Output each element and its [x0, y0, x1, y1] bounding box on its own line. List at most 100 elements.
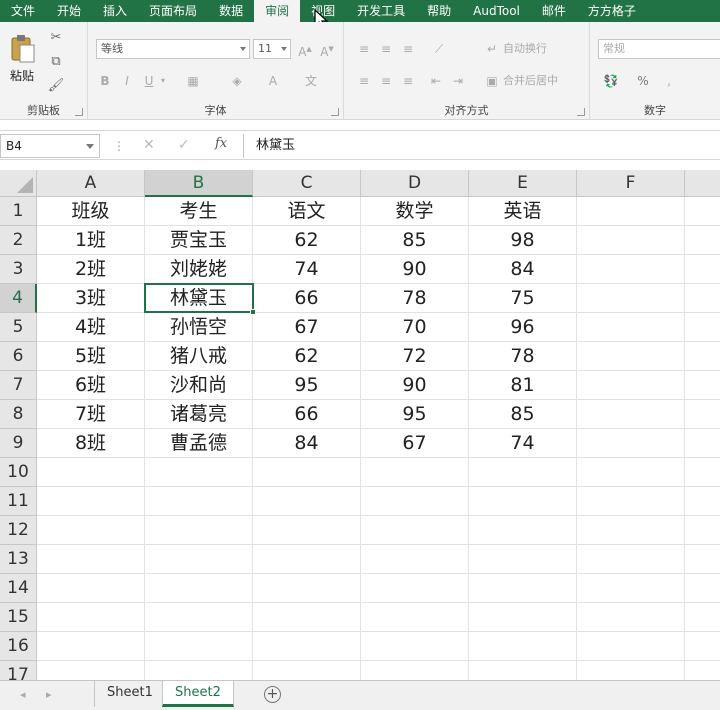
cell[interactable]: 90: [361, 255, 469, 284]
clipboard-launcher-icon[interactable]: [75, 108, 83, 116]
worksheet-grid[interactable]: A B C D E F 1 班级 考生 语文 数学 英语 2 1班 贾宝玉 62 85 98 3 2班 刘姥姥 74 90 8…: [0, 170, 720, 680]
bold-button[interactable]: B: [98, 72, 112, 90]
row-header[interactable]: 16: [0, 632, 37, 661]
number-format-combo[interactable]: 常规: [598, 39, 720, 59]
cell[interactable]: [37, 458, 145, 487]
border-icon[interactable]: ▦: [184, 72, 202, 90]
increase-indent-icon[interactable]: ⇥: [450, 72, 466, 90]
cell[interactable]: 曹孟德: [145, 429, 253, 458]
cell[interactable]: 数学: [361, 197, 469, 226]
cell[interactable]: 96: [469, 313, 577, 342]
cell[interactable]: [253, 574, 361, 603]
cell[interactable]: [685, 313, 720, 342]
orientation-icon[interactable]: ⟋: [428, 40, 450, 58]
cell[interactable]: [577, 255, 685, 284]
cell[interactable]: 67: [253, 313, 361, 342]
cell[interactable]: 7班: [37, 400, 145, 429]
decrease-indent-icon[interactable]: ⇤: [428, 72, 444, 90]
row-header[interactable]: 13: [0, 545, 37, 574]
cell[interactable]: [145, 487, 253, 516]
cell[interactable]: [37, 661, 145, 680]
font-name-combo[interactable]: 等线: [96, 39, 250, 59]
formula-input[interactable]: 林黛玉: [243, 134, 720, 158]
cell[interactable]: [145, 632, 253, 661]
name-box[interactable]: B4: [0, 134, 100, 158]
cell[interactable]: [577, 313, 685, 342]
alignment-launcher-icon[interactable]: [577, 108, 585, 116]
row-header[interactable]: 2: [0, 226, 37, 255]
cell[interactable]: [37, 603, 145, 632]
cell[interactable]: [37, 516, 145, 545]
cell[interactable]: [685, 487, 720, 516]
cell[interactable]: [253, 545, 361, 574]
cell[interactable]: [469, 487, 577, 516]
cell[interactable]: [469, 458, 577, 487]
column-header[interactable]: [685, 170, 720, 197]
cell[interactable]: 95: [361, 400, 469, 429]
cell[interactable]: [577, 516, 685, 545]
menu-tab-3[interactable]: 页面布局: [138, 0, 208, 22]
cell[interactable]: [577, 284, 685, 313]
cell[interactable]: [145, 516, 253, 545]
cell[interactable]: 刘姥姥: [145, 255, 253, 284]
wrap-text-button[interactable]: 自动换行: [503, 40, 547, 58]
cell[interactable]: [37, 574, 145, 603]
cell[interactable]: [253, 661, 361, 680]
menu-tab-5[interactable]: 审阅: [254, 0, 301, 22]
cell[interactable]: [685, 284, 720, 313]
cell[interactable]: 孙悟空: [145, 313, 253, 342]
cell[interactable]: 6班: [37, 371, 145, 400]
cell[interactable]: 75: [469, 284, 577, 313]
cell[interactable]: [685, 429, 720, 458]
cell[interactable]: 85: [361, 226, 469, 255]
cell[interactable]: [577, 458, 685, 487]
cell[interactable]: 78: [361, 284, 469, 313]
font-launcher-icon[interactable]: [331, 108, 339, 116]
cell[interactable]: [577, 661, 685, 680]
scroll-left-icon[interactable]: ◂: [20, 688, 26, 701]
copy-icon[interactable]: ⧉: [47, 54, 65, 70]
cell[interactable]: 66: [253, 400, 361, 429]
cell[interactable]: [685, 458, 720, 487]
cell[interactable]: [577, 632, 685, 661]
column-header[interactable]: F: [577, 170, 685, 197]
cell[interactable]: [145, 661, 253, 680]
cell[interactable]: 85: [469, 400, 577, 429]
cell[interactable]: [253, 458, 361, 487]
cell[interactable]: 72: [361, 342, 469, 371]
cell[interactable]: [361, 516, 469, 545]
cell[interactable]: [577, 574, 685, 603]
font-color-icon[interactable]: A: [264, 72, 282, 90]
cell[interactable]: [577, 400, 685, 429]
cell[interactable]: [37, 487, 145, 516]
paste-icon[interactable]: [9, 34, 37, 64]
row-header[interactable]: 4: [0, 284, 37, 313]
cell[interactable]: [685, 342, 720, 371]
menu-tab-2[interactable]: 插入: [92, 0, 138, 22]
format-painter-icon[interactable]: 🖌: [47, 78, 65, 94]
cell[interactable]: 81: [469, 371, 577, 400]
phonetic-icon[interactable]: 文: [300, 72, 322, 90]
cell[interactable]: [145, 603, 253, 632]
cell[interactable]: 62: [253, 226, 361, 255]
cell[interactable]: [469, 603, 577, 632]
chevron-down-icon[interactable]: ▾: [158, 72, 168, 90]
row-header[interactable]: 1: [0, 197, 37, 226]
menu-tab-0[interactable]: 文件: [0, 0, 46, 22]
cell[interactable]: [469, 574, 577, 603]
cell[interactable]: [685, 255, 720, 284]
cell[interactable]: [685, 574, 720, 603]
italic-button[interactable]: I: [120, 72, 134, 90]
cell[interactable]: [145, 574, 253, 603]
cell[interactable]: 74: [253, 255, 361, 284]
cell[interactable]: [685, 632, 720, 661]
select-all-button[interactable]: [0, 170, 37, 197]
enter-icon[interactable]: ✓: [178, 137, 190, 153]
cell[interactable]: 5班: [37, 342, 145, 371]
cell[interactable]: 英语: [469, 197, 577, 226]
add-sheet-button[interactable]: +: [264, 686, 281, 703]
row-header[interactable]: 7: [0, 371, 37, 400]
cell[interactable]: [361, 545, 469, 574]
cell[interactable]: [469, 661, 577, 680]
row-header[interactable]: 9: [0, 429, 37, 458]
